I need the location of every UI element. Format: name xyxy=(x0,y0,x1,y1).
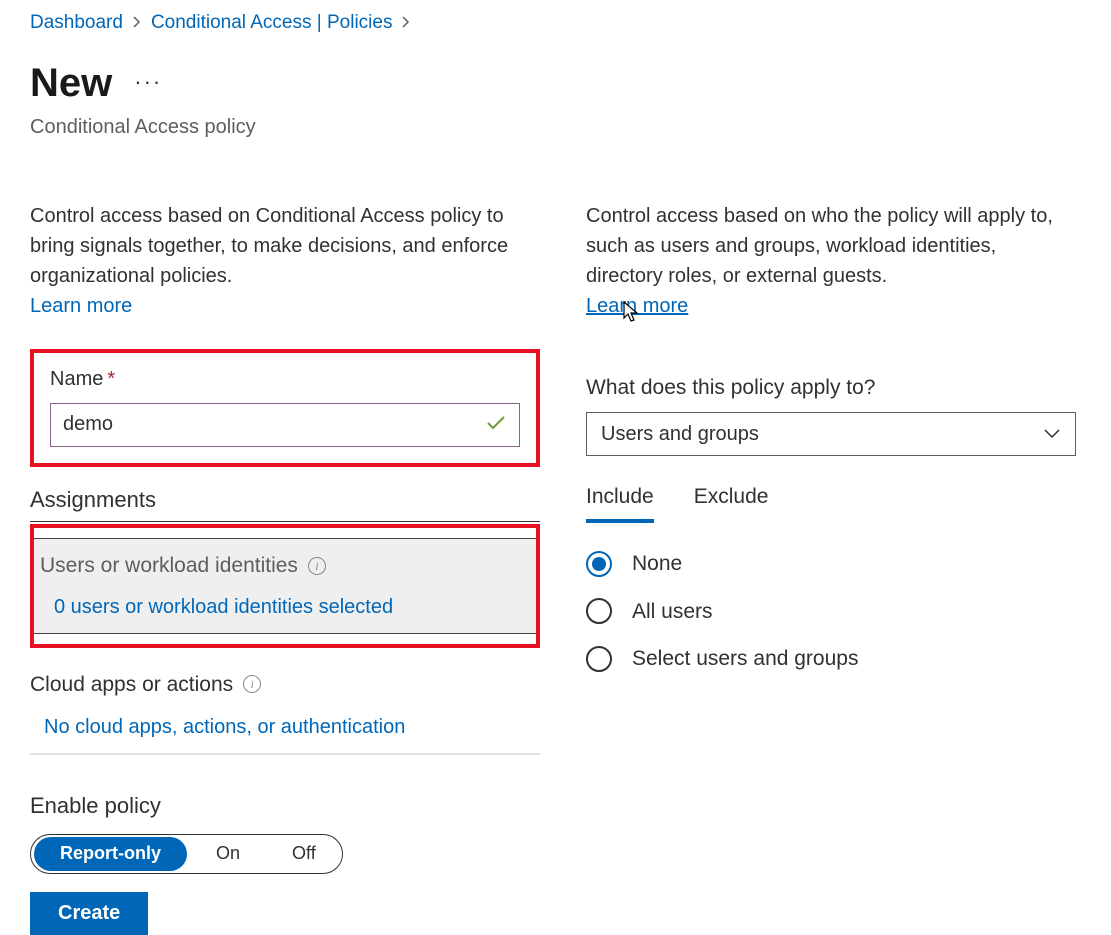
right-description: Control access based on who the policy w… xyxy=(586,201,1076,321)
radio-icon xyxy=(586,646,612,672)
check-icon xyxy=(486,411,506,439)
include-radio-group: None All users Select users and groups xyxy=(586,549,1076,673)
breadcrumb: Dashboard Conditional Access | Policies xyxy=(30,10,1111,37)
required-asterisk-icon: * xyxy=(107,368,115,390)
chevron-down-icon xyxy=(1043,420,1061,448)
chevron-right-icon xyxy=(402,14,410,34)
cloud-apps-row[interactable]: Cloud apps or actions i xyxy=(30,670,540,699)
page-subtitle: Conditional Access policy xyxy=(30,113,1111,141)
toggle-on[interactable]: On xyxy=(190,835,266,873)
toggle-off[interactable]: Off xyxy=(266,835,342,873)
enable-policy-label: Enable policy xyxy=(30,791,540,822)
tab-include[interactable]: Include xyxy=(586,482,654,523)
radio-select-users[interactable]: Select users and groups xyxy=(586,644,1076,673)
info-icon[interactable]: i xyxy=(308,557,326,575)
name-input[interactable] xyxy=(50,403,520,447)
users-identities-selected-link[interactable]: 0 users or workload identities selected xyxy=(54,593,530,621)
name-field-highlight: Name* xyxy=(30,349,540,467)
create-button[interactable]: Create xyxy=(30,892,148,935)
assignments-header: Assignments xyxy=(30,485,540,523)
left-description: Control access based on Conditional Acce… xyxy=(30,201,540,321)
name-label: Name* xyxy=(50,365,520,393)
chevron-right-icon xyxy=(133,14,141,34)
learn-more-link-left[interactable]: Learn more xyxy=(30,295,132,317)
radio-icon xyxy=(586,551,612,577)
apply-to-select[interactable]: Users and groups xyxy=(586,412,1076,456)
users-identities-row[interactable]: Users or workload identities i xyxy=(40,551,530,580)
breadcrumb-dashboard[interactable]: Dashboard xyxy=(30,10,123,37)
cloud-apps-selected-link[interactable]: No cloud apps, actions, or authenticatio… xyxy=(44,713,540,741)
radio-icon xyxy=(586,598,612,624)
breadcrumb-conditional-access[interactable]: Conditional Access | Policies xyxy=(151,10,393,37)
learn-more-link-right[interactable]: Learn more xyxy=(586,295,688,317)
radio-all-users[interactable]: All users xyxy=(586,597,1076,626)
radio-none[interactable]: None xyxy=(586,549,1076,578)
enable-policy-toggle[interactable]: Report-only On Off xyxy=(30,834,343,874)
apply-to-label: What does this policy apply to? xyxy=(586,373,1076,402)
page-title: New xyxy=(30,55,112,111)
more-actions-icon[interactable]: ··· xyxy=(134,67,162,98)
info-icon[interactable]: i xyxy=(243,675,261,693)
users-identities-highlight: Users or workload identities i 0 users o… xyxy=(30,524,540,647)
tab-exclude[interactable]: Exclude xyxy=(694,482,769,523)
include-exclude-tabs: Include Exclude xyxy=(586,482,1076,523)
select-value: Users and groups xyxy=(601,420,759,448)
toggle-report-only[interactable]: Report-only xyxy=(34,837,187,871)
